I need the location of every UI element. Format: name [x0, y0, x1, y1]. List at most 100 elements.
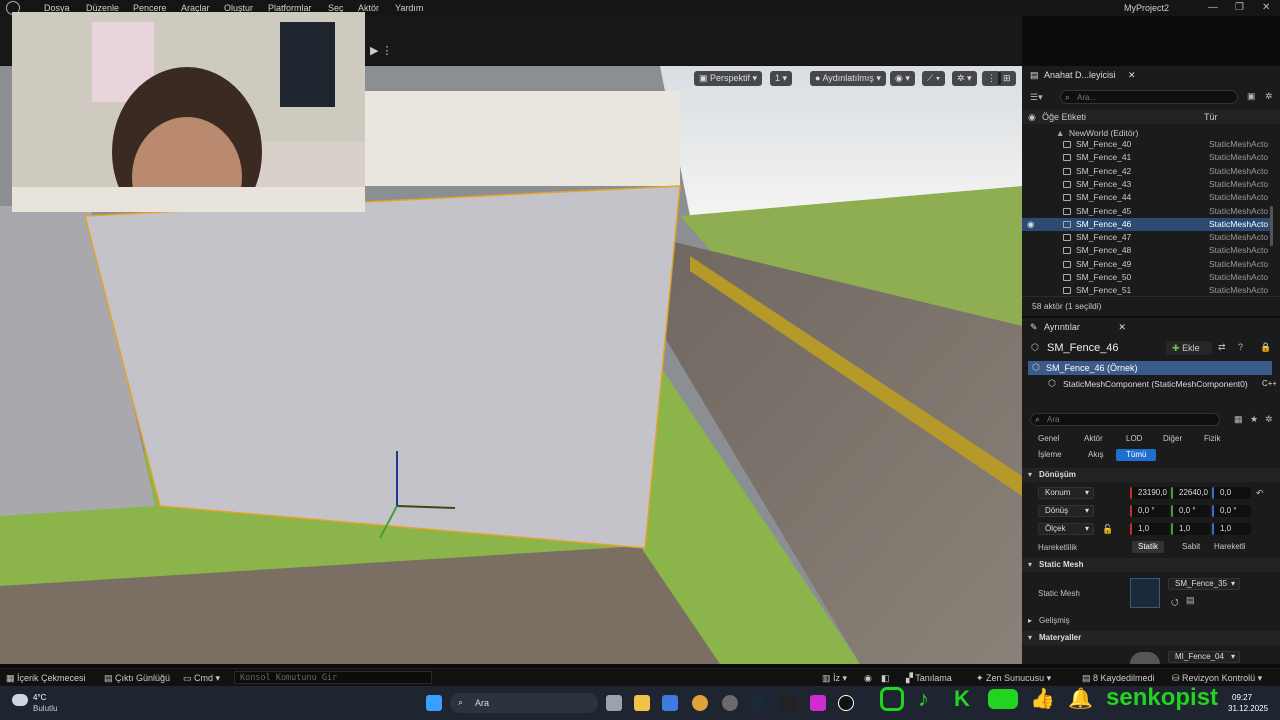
- advanced-label[interactable]: Gelişmiş: [1039, 616, 1070, 625]
- outliner-row[interactable]: SM_Fence_48 StaticMeshActo: [1022, 244, 1272, 257]
- app-icon[interactable]: [810, 695, 826, 711]
- mobility-stationary[interactable]: Sabit: [1176, 541, 1206, 553]
- scale-y-field[interactable]: 1,0: [1171, 523, 1210, 535]
- output-log-button[interactable]: ▤ Çıktı Günlüğü: [104, 673, 170, 684]
- layout-icon[interactable]: ⊞: [998, 71, 1016, 86]
- instance-row[interactable]: ⬡ SM_Fence_46 (Örnek): [1028, 361, 1272, 375]
- outliner-row[interactable]: SM_Fence_49 StaticMeshActo: [1022, 258, 1272, 271]
- epic-games-icon[interactable]: [780, 695, 796, 711]
- filter-general[interactable]: Genel: [1032, 433, 1065, 445]
- filter-icon[interactable]: ☰▾: [1030, 92, 1043, 103]
- browse-icon[interactable]: ▤: [1186, 595, 1195, 606]
- cmd-button[interactable]: ▭ Cmd ▾: [183, 673, 220, 684]
- outliner-row[interactable]: SM_Fence_47 StaticMeshActo: [1022, 231, 1272, 244]
- transform-section-header[interactable]: ▾ Dönüşüm: [1022, 468, 1280, 482]
- location-dropdown[interactable]: Konum ▾: [1038, 487, 1094, 499]
- chrome-icon[interactable]: [692, 695, 708, 711]
- filter-streaming[interactable]: Akış: [1082, 449, 1110, 461]
- rotation-z-field[interactable]: 0,0 °: [1212, 505, 1251, 517]
- view-mode-button[interactable]: ● Aydınlatılmış ▾: [810, 71, 886, 86]
- content-drawer-button[interactable]: ▦ İçerik Çekmecesi: [6, 673, 86, 684]
- outliner-row[interactable]: SM_Fence_40 StaticMeshActo: [1022, 138, 1272, 151]
- filter-misc[interactable]: Diğer: [1157, 433, 1188, 445]
- outliner-row[interactable]: SM_Fence_42 StaticMeshActo: [1022, 165, 1272, 178]
- close-details-tab-icon[interactable]: ✕: [1118, 322, 1126, 332]
- camera-speed-button[interactable]: 1 ▾: [770, 71, 793, 86]
- close-tab-icon[interactable]: ✕: [1128, 70, 1136, 80]
- outliner-settings-icon[interactable]: ✲: [1265, 91, 1273, 102]
- location-y-field[interactable]: 22640,0: [1171, 487, 1210, 499]
- help-icon[interactable]: ?: [1238, 342, 1243, 352]
- scale-lock-icon[interactable]: 🔓: [1102, 524, 1113, 535]
- add-component-button[interactable]: ✚ Ekle: [1166, 341, 1212, 355]
- taskbar-search[interactable]: ⌕ Ara: [450, 693, 598, 713]
- outliner-search-input[interactable]: ⌕ Ara...: [1060, 90, 1238, 104]
- settings-icon[interactable]: ✲ ▾: [952, 71, 977, 86]
- expand-icon[interactable]: ▸: [1028, 616, 1032, 625]
- rotation-dropdown[interactable]: Dönüş ▾: [1038, 505, 1094, 517]
- favorite-icon[interactable]: ★: [1250, 414, 1258, 425]
- scale-x-field[interactable]: 1,0: [1130, 523, 1169, 535]
- menu-help[interactable]: Yardım: [395, 3, 423, 13]
- rotation-y-field[interactable]: 0,0 °: [1171, 505, 1210, 517]
- cpp-label[interactable]: C++ S: [1262, 379, 1276, 388]
- mobility-static[interactable]: Statik: [1132, 541, 1165, 553]
- windows-start-icon[interactable]: [426, 695, 442, 711]
- store-icon[interactable]: [662, 695, 678, 711]
- file-explorer-icon[interactable]: [634, 695, 650, 711]
- filter-lod[interactable]: LOD: [1120, 433, 1148, 445]
- component-row[interactable]: ⬡ StaticMeshComponent (StaticMeshCompone…: [1028, 377, 1276, 391]
- static-mesh-dropdown[interactable]: SM_Fence_35 ▾: [1168, 578, 1240, 590]
- rotation-x-field[interactable]: 0,0 °: [1130, 505, 1169, 517]
- weather-icon[interactable]: [12, 694, 28, 706]
- location-x-field[interactable]: 23190,0: [1130, 487, 1169, 499]
- filter-rendering[interactable]: İşleme: [1032, 449, 1068, 461]
- outliner-scrollbar[interactable]: [1270, 206, 1273, 246]
- material-dropdown[interactable]: MI_Fence_04 ▾: [1168, 651, 1240, 663]
- outliner-row[interactable]: ◉ SM_Fence_46 StaticMeshActo: [1022, 217, 1272, 231]
- add-folder-icon[interactable]: ▣: [1247, 91, 1256, 102]
- obs-icon[interactable]: [722, 695, 738, 711]
- col-type[interactable]: Tür: [1204, 112, 1218, 122]
- play-icon[interactable]: ▶ ⋮: [370, 44, 393, 57]
- show-flags-icon[interactable]: ◉ ▾: [890, 71, 915, 86]
- static-mesh-thumbnail[interactable]: [1130, 578, 1160, 608]
- grid-view-icon[interactable]: ▦: [1234, 414, 1243, 425]
- outliner-row[interactable]: SM_Fence_43 StaticMeshActo: [1022, 178, 1272, 191]
- perspective-button[interactable]: ▣ Perspektif ▾: [694, 71, 763, 86]
- filter-physics[interactable]: Fizik: [1198, 433, 1226, 445]
- filter-actor[interactable]: Aktör: [1078, 433, 1109, 445]
- details-tab[interactable]: ✎ Ayrıntılar ✕: [1026, 318, 1126, 336]
- visibility-eye-icon[interactable]: ◉: [1027, 218, 1034, 231]
- filter-all[interactable]: Tümü: [1116, 449, 1157, 461]
- minimize-icon[interactable]: —: [1208, 2, 1218, 13]
- blueprint-icon[interactable]: ⇄: [1218, 342, 1226, 353]
- material-thumbnail[interactable]: [1130, 652, 1160, 664]
- materials-section-header[interactable]: ▾ Materyaller: [1022, 631, 1280, 645]
- scale-dropdown[interactable]: Ölçek ▾: [1038, 523, 1094, 535]
- mobility-movable[interactable]: Hareketli: [1208, 541, 1252, 553]
- outliner-row[interactable]: SM_Fence_41 StaticMeshActo: [1022, 151, 1272, 164]
- maximize-icon[interactable]: ❐: [1235, 2, 1244, 13]
- reset-location-icon[interactable]: ↶: [1256, 488, 1264, 499]
- details-search-input[interactable]: ⌕ Ara: [1030, 413, 1220, 426]
- static-mesh-section-header[interactable]: ▾ Static Mesh: [1022, 558, 1280, 572]
- console-input[interactable]: Konsol Komutunu Gir: [234, 671, 432, 684]
- trace-button[interactable]: ▥ İz ▾: [822, 673, 847, 684]
- outliner-tab[interactable]: ▤ Anahat D...leyicisi ✕: [1026, 66, 1136, 84]
- location-z-field[interactable]: 0,0: [1212, 487, 1251, 499]
- task-view-icon[interactable]: [606, 695, 622, 711]
- col-item-label[interactable]: Öğe Etiketi: [1042, 112, 1086, 122]
- use-selected-icon[interactable]: ⭯: [1171, 595, 1179, 611]
- record-icon[interactable]: ◉: [864, 673, 872, 684]
- details-settings-icon[interactable]: ✲: [1265, 414, 1273, 425]
- snap-icon[interactable]: ⟋ ▾: [922, 71, 946, 86]
- scale-z-field[interactable]: 1,0: [1212, 523, 1251, 535]
- outliner-row[interactable]: SM_Fence_50 StaticMeshActo: [1022, 271, 1272, 284]
- outliner-row[interactable]: SM_Fence_45 StaticMeshActo: [1022, 205, 1272, 218]
- unreal-engine-icon[interactable]: [838, 695, 854, 711]
- lock-icon[interactable]: 🔒: [1260, 342, 1271, 353]
- steam-icon[interactable]: [750, 695, 766, 711]
- close-icon[interactable]: ✕: [1262, 2, 1270, 13]
- outliner-row[interactable]: SM_Fence_44 StaticMeshActo: [1022, 191, 1272, 204]
